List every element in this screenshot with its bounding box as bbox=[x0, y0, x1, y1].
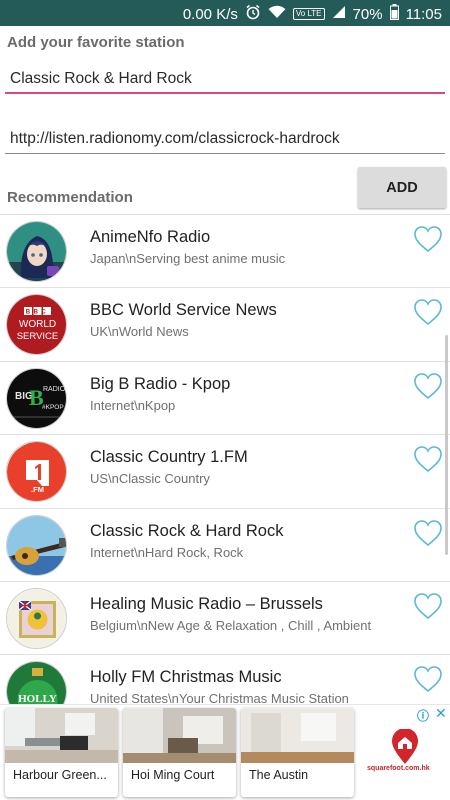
recommendation-title: Recommendation bbox=[7, 189, 133, 206]
healing-music-logo bbox=[6, 587, 67, 649]
fm1-logo-text: .FM bbox=[31, 485, 44, 494]
station-list[interactable]: AnimeNfo Radio Japan\nServing best anime… bbox=[0, 214, 450, 704]
signal-icon bbox=[332, 5, 346, 23]
station-row[interactable]: BIG B RADIO #KPOP Big B Radio - Kpop Int… bbox=[0, 362, 450, 436]
battery-percent: 70% bbox=[352, 5, 383, 23]
ad-card[interactable]: The Austin bbox=[241, 708, 354, 797]
ad-banner[interactable]: Harbour Green... Hoi Ming Court The Aust… bbox=[0, 704, 450, 800]
ad-card-caption: Harbour Green... bbox=[13, 768, 107, 782]
ad-photo bbox=[241, 708, 354, 763]
add-button[interactable]: ADD bbox=[358, 167, 446, 208]
station-row[interactable]: BBC WORLD SERVICE BBC World Service News… bbox=[0, 288, 450, 362]
classic-rock-logo bbox=[6, 514, 67, 576]
bbc-logo-line2: WORLD bbox=[19, 319, 56, 330]
bbc-world-service-logo: BBC WORLD SERVICE bbox=[6, 294, 67, 356]
bigb-logo-line3: #KPOP bbox=[42, 404, 64, 411]
clock: 11:05 bbox=[405, 5, 442, 23]
ad-card[interactable]: Harbour Green... bbox=[5, 708, 118, 797]
station-name: Healing Music Radio – Brussels bbox=[90, 594, 323, 613]
ad-brand-text: squarefoot.com.hk bbox=[367, 765, 430, 772]
heart-icon[interactable] bbox=[413, 445, 443, 473]
ad-card-caption: Hoi Ming Court bbox=[131, 768, 215, 782]
animenfo-logo bbox=[6, 221, 67, 282]
station-desc: Internet\nKpop bbox=[90, 397, 176, 413]
add-station-title: Add your favorite station bbox=[7, 34, 185, 51]
station-row[interactable]: Classic Rock & Hard Rock Internet\nHard … bbox=[0, 509, 450, 582]
station-name-input[interactable]: Classic Rock & Hard Rock bbox=[5, 66, 445, 94]
station-desc: Japan\nServing best anime music bbox=[90, 251, 286, 266]
ad-photo bbox=[5, 708, 118, 763]
station-row[interactable]: Healing Music Radio – Brussels Belgium\n… bbox=[0, 582, 450, 656]
station-name: AnimeNfo Radio bbox=[90, 228, 211, 246]
heart-icon[interactable] bbox=[413, 665, 443, 693]
station-desc: Internet\nHard Rock, Rock bbox=[90, 544, 244, 560]
big-b-radio-logo: BIG B RADIO #KPOP bbox=[6, 367, 67, 429]
squarefoot-logo-icon bbox=[392, 729, 418, 764]
station-desc: US\nClassic Country bbox=[90, 471, 210, 487]
1fm-logo: .FM bbox=[6, 441, 67, 503]
station-name: BBC World Service News bbox=[90, 301, 277, 320]
station-row[interactable]: AnimeNfo Radio Japan\nServing best anime… bbox=[0, 215, 450, 289]
station-desc: United States\nYour Christmas Music Stat… bbox=[90, 691, 349, 704]
wifi-icon bbox=[268, 5, 286, 23]
heart-icon[interactable] bbox=[413, 298, 443, 326]
heart-icon[interactable] bbox=[413, 519, 443, 547]
ad-photo bbox=[123, 708, 236, 763]
bbc-logo-line3: SERVICE bbox=[17, 331, 59, 342]
bbc-logo-line1: BBC bbox=[26, 310, 50, 316]
bigb-logo-line2: RADIO bbox=[43, 386, 66, 393]
station-name: Classic Rock & Hard Rock bbox=[90, 521, 284, 540]
station-row[interactable]: .FM Classic Country 1.FM US\nClassic Cou… bbox=[0, 435, 450, 509]
ad-close-icon[interactable]: ✕ bbox=[435, 705, 447, 722]
station-desc: Belgium\nNew Age & Relaxation , Chill , … bbox=[90, 617, 372, 633]
heart-icon[interactable] bbox=[413, 592, 443, 620]
ad-card-caption: The Austin bbox=[249, 768, 309, 782]
holly-logo-text: HOLLY bbox=[18, 693, 57, 704]
ad-card[interactable]: Hoi Ming Court bbox=[123, 708, 236, 797]
status-bar: 0.00 K/s Vo LTE 70% 11:05 bbox=[0, 0, 450, 26]
holly-fm-logo: HOLLY bbox=[6, 661, 67, 704]
battery-icon bbox=[389, 4, 399, 24]
list-scrollbar[interactable] bbox=[445, 335, 448, 555]
station-name: Holly FM Christmas Music bbox=[90, 668, 282, 687]
ad-info-icon[interactable]: ⓘ bbox=[417, 707, 429, 724]
heart-icon[interactable] bbox=[413, 372, 443, 400]
station-name: Classic Country 1.FM bbox=[90, 448, 248, 467]
network-speed: 0.00 K/s bbox=[182, 5, 238, 23]
station-url-input[interactable]: http://listen.radionomy.com/classicrock-… bbox=[5, 126, 445, 154]
alarm-icon bbox=[245, 4, 261, 24]
heart-icon[interactable] bbox=[413, 225, 443, 253]
station-desc: UK\nWorld News bbox=[90, 324, 189, 340]
station-name: Big B Radio - Kpop bbox=[90, 374, 231, 393]
station-row[interactable]: HOLLY Holly FM Christmas Music United St… bbox=[0, 655, 450, 704]
volte-badge: Vo LTE bbox=[292, 8, 325, 20]
